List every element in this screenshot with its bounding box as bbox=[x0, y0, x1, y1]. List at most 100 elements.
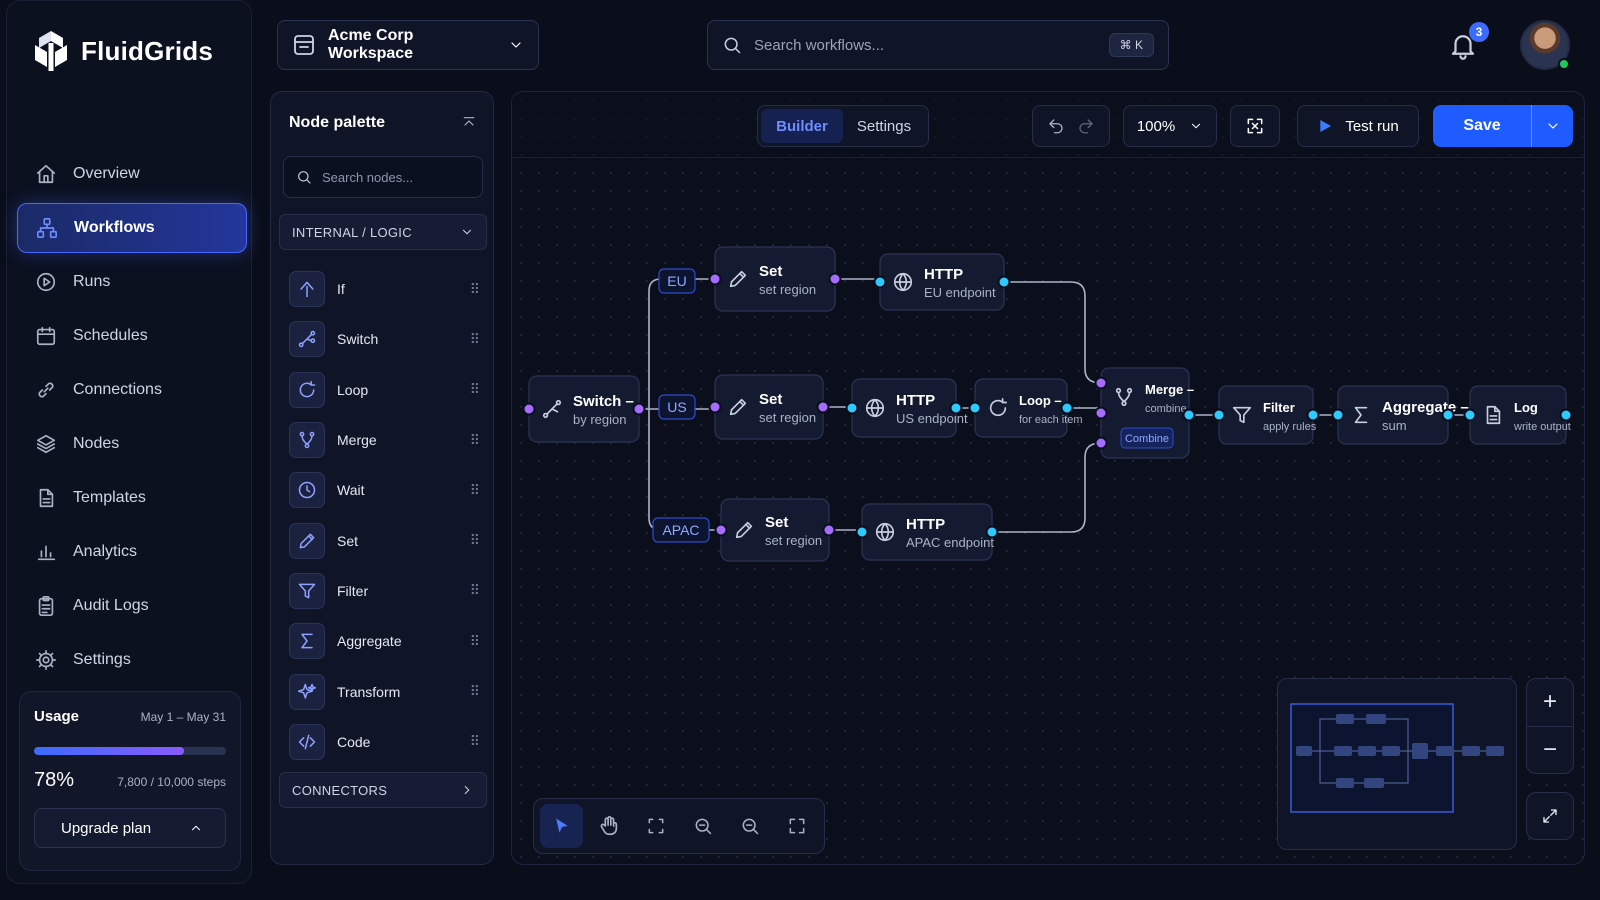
output-port[interactable] bbox=[1559, 408, 1573, 422]
zoom-in-button[interactable]: + bbox=[1527, 679, 1573, 726]
drag-handle-icon[interactable]: ⠿ bbox=[470, 633, 480, 650]
test-run-button[interactable]: Test run bbox=[1297, 105, 1419, 147]
sidebar-item-templates[interactable]: Templates bbox=[17, 473, 247, 523]
expand-button[interactable] bbox=[1526, 792, 1574, 840]
workflow-canvas[interactable]: EU US APAC Switch – by region Set set region HT… bbox=[511, 91, 1585, 865]
input-port[interactable] bbox=[714, 523, 728, 537]
node-filter[interactable]: Filter apply rules bbox=[1212, 385, 1320, 445]
collapse-icon[interactable] bbox=[461, 115, 477, 131]
zoom-in-tool[interactable] bbox=[681, 804, 724, 848]
minimap[interactable] bbox=[1277, 678, 1517, 850]
palette-item-switch[interactable]: Switch ⠿ bbox=[289, 314, 480, 364]
input-port[interactable] bbox=[522, 402, 536, 416]
zoom-out-tool[interactable] bbox=[728, 804, 771, 848]
drag-handle-icon[interactable]: ⠿ bbox=[470, 331, 480, 348]
fullscreen-tool[interactable] bbox=[775, 804, 818, 848]
search-input[interactable]: Search workflows... bbox=[754, 37, 884, 54]
sidebar-item-workflows[interactable]: Workflows bbox=[17, 203, 247, 253]
input-port[interactable] bbox=[873, 275, 887, 289]
drag-handle-icon[interactable]: ⠿ bbox=[470, 582, 480, 599]
save-options-button[interactable] bbox=[1531, 105, 1573, 147]
output-port[interactable] bbox=[822, 523, 836, 537]
branch-label-us[interactable]: US bbox=[658, 394, 696, 420]
node-loop[interactable]: Loop – for each item bbox=[968, 378, 1083, 438]
input-port[interactable] bbox=[1212, 408, 1226, 422]
output-port[interactable] bbox=[828, 272, 842, 286]
sidebar-item-schedules[interactable]: Schedules bbox=[17, 311, 247, 361]
zoom-select[interactable]: 100% bbox=[1123, 105, 1217, 147]
palette-item-aggregate[interactable]: Aggregate ⠿ bbox=[289, 616, 480, 666]
fit-view-button[interactable] bbox=[1230, 105, 1280, 147]
upgrade-plan-button[interactable]: Upgrade plan bbox=[34, 808, 226, 848]
input-port[interactable] bbox=[1094, 376, 1108, 390]
node-aggregate[interactable]: Aggregate – sum bbox=[1331, 385, 1469, 445]
node-http-apac[interactable]: HTTP APAC endpoint bbox=[855, 503, 999, 561]
sidebar-item-settings[interactable]: Settings bbox=[17, 635, 247, 685]
input-port[interactable] bbox=[1331, 408, 1345, 422]
sidebar-item-overview[interactable]: Overview bbox=[17, 149, 247, 199]
palette-item-transform[interactable]: Transform ⠿ bbox=[289, 666, 480, 716]
drag-handle-icon[interactable]: ⠿ bbox=[470, 482, 480, 499]
palette-item-filter[interactable]: Filter ⠿ bbox=[289, 566, 480, 616]
workspace-selector[interactable]: Acme Corp Workspace bbox=[277, 20, 539, 70]
drag-handle-icon[interactable]: ⠿ bbox=[470, 381, 480, 398]
redo-icon[interactable] bbox=[1077, 117, 1095, 135]
output-port[interactable] bbox=[1441, 408, 1455, 422]
brand[interactable]: FluidGrids bbox=[33, 29, 213, 73]
drag-handle-icon[interactable]: ⠿ bbox=[470, 432, 480, 449]
save-button[interactable]: Save bbox=[1433, 105, 1531, 147]
tab-builder[interactable]: Builder bbox=[761, 109, 843, 143]
input-port[interactable] bbox=[968, 401, 982, 415]
node-search[interactable]: Search nodes... bbox=[283, 156, 483, 198]
node-merge[interactable]: Merge – combine Combine bbox=[1094, 367, 1196, 459]
output-port[interactable] bbox=[816, 400, 830, 414]
drag-handle-icon[interactable]: ⠿ bbox=[470, 683, 480, 700]
output-port[interactable] bbox=[632, 402, 646, 416]
output-port[interactable] bbox=[1182, 408, 1196, 422]
drag-handle-icon[interactable]: ⠿ bbox=[470, 733, 480, 750]
sidebar-item-audit-logs[interactable]: Audit Logs bbox=[17, 581, 247, 631]
node-search-input[interactable]: Search nodes... bbox=[322, 170, 413, 185]
palette-item-loop[interactable]: Loop ⠿ bbox=[289, 365, 480, 415]
output-port[interactable] bbox=[949, 401, 963, 415]
palette-item-if[interactable]: If ⠿ bbox=[289, 264, 480, 314]
drag-handle-icon[interactable]: ⠿ bbox=[470, 281, 480, 298]
output-port[interactable] bbox=[1060, 401, 1074, 415]
palette-item-set[interactable]: Set ⠿ bbox=[289, 515, 480, 565]
zoom-out-button[interactable]: − bbox=[1527, 725, 1573, 774]
undo-icon[interactable] bbox=[1047, 117, 1065, 135]
input-port[interactable] bbox=[1094, 406, 1108, 420]
palette-item-merge[interactable]: Merge ⠿ bbox=[289, 415, 480, 465]
marquee-tool[interactable] bbox=[634, 804, 677, 848]
node-set-eu[interactable]: Set set region bbox=[708, 246, 842, 312]
pan-tool[interactable] bbox=[587, 804, 630, 848]
node-set-us[interactable]: Set set region bbox=[708, 374, 830, 440]
palette-item-code[interactable]: Code ⠿ bbox=[289, 717, 480, 767]
sidebar-item-nodes[interactable]: Nodes bbox=[17, 419, 247, 469]
palette-item-wait[interactable]: Wait ⠿ bbox=[289, 465, 480, 515]
section-connectors[interactable]: CONNECTORS bbox=[279, 772, 487, 808]
tab-settings[interactable]: Settings bbox=[843, 109, 925, 143]
output-port[interactable] bbox=[1306, 408, 1320, 422]
input-port[interactable] bbox=[708, 272, 722, 286]
input-port[interactable] bbox=[1463, 408, 1477, 422]
sidebar-item-analytics[interactable]: Analytics bbox=[17, 527, 247, 577]
sidebar-item-runs[interactable]: Runs bbox=[17, 257, 247, 307]
select-tool[interactable] bbox=[540, 804, 583, 848]
input-port[interactable] bbox=[855, 525, 869, 539]
node-switch[interactable]: Switch – by region bbox=[522, 375, 646, 443]
output-port[interactable] bbox=[985, 525, 999, 539]
branch-label-eu[interactable]: EU bbox=[658, 268, 696, 294]
section-internal-logic[interactable]: INTERNAL / LOGIC bbox=[279, 214, 487, 250]
branch-label-apac[interactable]: APAC bbox=[652, 517, 710, 543]
input-port[interactable] bbox=[845, 401, 859, 415]
node-http-us[interactable]: HTTPUS endpoint bbox=[845, 378, 968, 438]
node-set-apac[interactable]: Set set region bbox=[714, 498, 836, 562]
workflow-search[interactable]: Search workflows... ⌘ K bbox=[707, 20, 1169, 70]
sidebar-item-connections[interactable]: Connections bbox=[17, 365, 247, 415]
input-port[interactable] bbox=[708, 400, 722, 414]
node-log[interactable]: Log write output bbox=[1463, 385, 1573, 445]
node-http-eu[interactable]: HTTP EU endpoint bbox=[873, 253, 1011, 311]
drag-handle-icon[interactable]: ⠿ bbox=[470, 532, 480, 549]
output-port[interactable] bbox=[997, 275, 1011, 289]
